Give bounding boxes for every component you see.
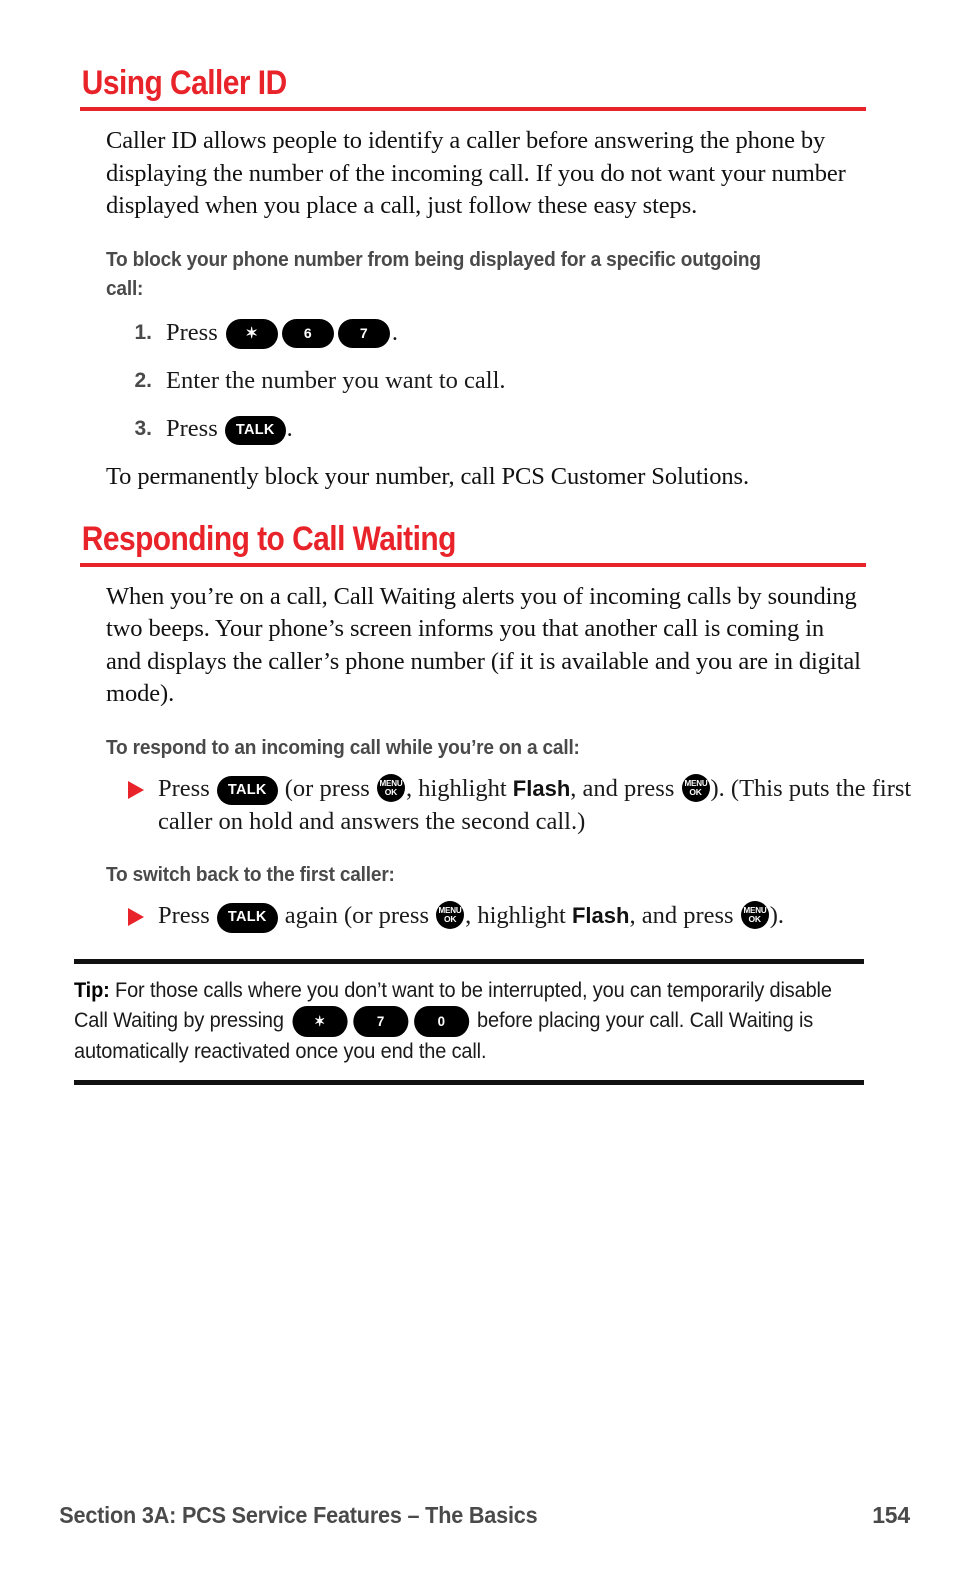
closing-paragraph-caller-id: To permanently block your number, call P…	[106, 463, 750, 490]
key-menu-ok-icon: MENU OK	[376, 773, 405, 802]
bullet-text-1: Press	[158, 774, 210, 802]
key-menu-ok-icon: MENU OK	[740, 901, 769, 929]
bullet-text-1: Press	[158, 902, 210, 929]
step-period: .	[286, 414, 293, 442]
list-item: Press TALK (or press MENU OK, highlight F…	[80, 772, 920, 839]
bullet-text-3: , highlight	[465, 902, 566, 929]
tip-box: Tip: For those calls where you don’t wan…	[74, 958, 864, 1085]
bullet-text-4: , and press	[629, 902, 734, 929]
heading-rule	[80, 107, 866, 111]
key-star-icon: ✶	[292, 1005, 348, 1037]
key-ok-label: OK	[689, 786, 702, 797]
key-ok-label: OK	[443, 914, 457, 924]
step-number: 1.	[134, 320, 152, 344]
list-item: Press TALK again (or press MENU OK, highl…	[80, 899, 920, 933]
bullet-text-5: ).	[769, 902, 784, 929]
key-0-icon: 0	[413, 1005, 469, 1037]
bullet-list-respond: Press TALK (or press MENU OK, highlight F…	[80, 772, 911, 839]
tip-body: Tip: For those calls where you don’t wan…	[74, 964, 863, 1080]
intro-paragraph-call-waiting: When you’re on a call, Call Waiting aler…	[106, 582, 861, 708]
page-title-responding-call-waiting: Responding to Call Waiting	[81, 519, 457, 558]
key-talk-icon: TALK	[224, 415, 286, 445]
flash-menu-label: Flash	[512, 775, 571, 801]
step-number: 3.	[134, 416, 152, 440]
list-item: 2. Enter the number you want to call.	[80, 365, 866, 397]
step-period: .	[391, 318, 398, 346]
footer-section-label: Section 3A: PCS Service Features – The B…	[59, 1502, 538, 1528]
key-7-icon: 7	[352, 1005, 408, 1037]
page-title-using-caller-id: Using Caller ID	[81, 64, 287, 102]
subheading-respond-incoming-call: To respond to an incoming call while you…	[106, 735, 580, 759]
key-menu-ok-icon: MENU OK	[436, 901, 465, 929]
footer-page-number: 154	[872, 1502, 910, 1528]
key-7-icon: 7	[337, 318, 390, 348]
manual-page: Using Caller ID Caller ID allows people …	[0, 0, 954, 1590]
intro-paragraph-caller-id: Caller ID allows people to identify a ca…	[106, 127, 846, 219]
subheading-block-number: To block your phone number from being di…	[106, 247, 761, 300]
triangle-bullet-icon	[128, 780, 144, 799]
steps-list-block-number: 1. Press ✶ 6 7. 2. Enter the number you want…	[80, 317, 866, 445]
bullet-list-switch-back: Press TALK again (or press MENU OK, highl…	[80, 899, 866, 933]
key-talk-icon: TALK	[216, 775, 278, 805]
bullet-text-2: again (or press	[284, 902, 429, 929]
tip-label: Tip:	[74, 978, 110, 1002]
key-6-icon: 6	[281, 318, 334, 348]
step-number: 2.	[134, 368, 152, 392]
page-content: Using Caller ID Caller ID allows people …	[74, 64, 911, 1085]
key-star-icon: ✶	[225, 318, 278, 349]
bullet-text-3: , highlight	[405, 774, 507, 802]
key-ok-label: OK	[748, 914, 762, 924]
bullet-text-4: , and press	[570, 774, 675, 802]
triangle-bullet-icon	[128, 908, 144, 926]
key-menu-label: MENU	[379, 777, 403, 788]
heading-rule	[80, 562, 866, 567]
key-ok-label: OK	[384, 786, 398, 797]
section-heading-block-call-waiting: Responding to Call Waiting	[80, 520, 866, 567]
key-talk-icon: TALK	[216, 903, 278, 933]
bullet-text-2: (or press	[284, 774, 370, 802]
list-item: 3. Press TALK.	[80, 413, 866, 445]
step-text: Press	[166, 414, 218, 442]
section-heading-block-caller-id: Using Caller ID	[80, 64, 866, 111]
subheading-switch-back: To switch back to the first caller:	[106, 863, 395, 886]
page-footer: Section 3A: PCS Service Features – The B…	[44, 1502, 910, 1529]
step-text: Press	[166, 318, 218, 346]
key-menu-ok-icon: MENU OK	[681, 773, 710, 802]
flash-menu-label: Flash	[571, 903, 630, 928]
tip-rule-bottom	[74, 1079, 864, 1085]
key-menu-label: MENU	[683, 777, 708, 788]
step-text: Enter the number you want to call.	[166, 366, 506, 394]
list-item: 1. Press ✶ 6 7.	[80, 317, 866, 349]
